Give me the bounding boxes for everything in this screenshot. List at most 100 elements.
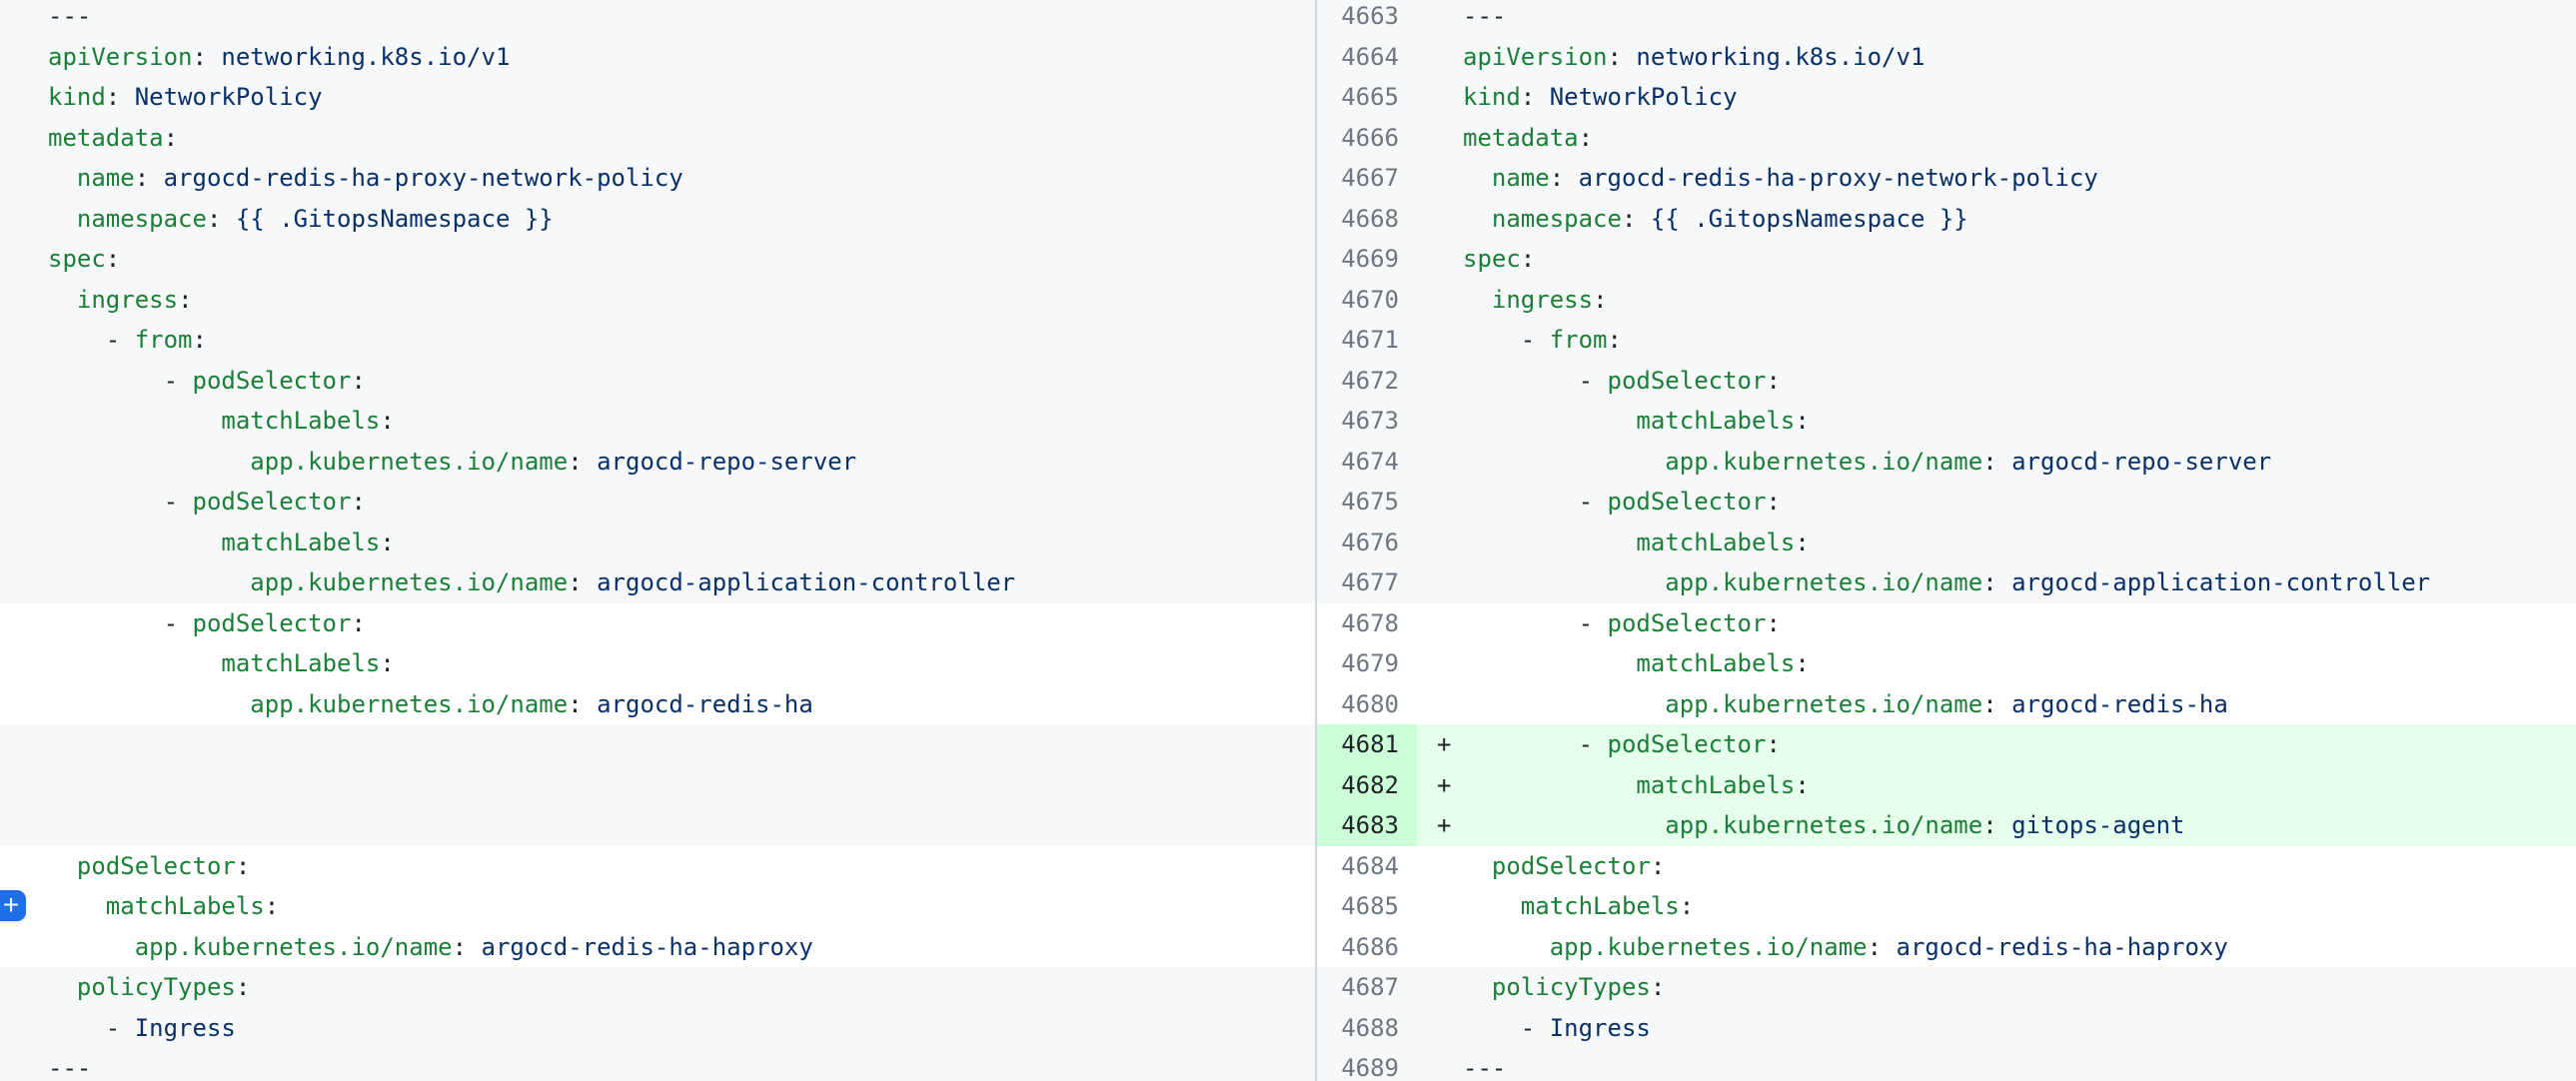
old-code-cell: --- <box>0 0 1317 37</box>
new-line-number[interactable]: 4688 <box>1317 1008 1417 1049</box>
new-line-number[interactable]: 4682 <box>1317 765 1417 806</box>
new-code-cell: kind: NetworkPolicy <box>1417 77 2576 118</box>
new-code-line: ingress: <box>1463 286 1608 314</box>
new-line-number[interactable]: 4667 <box>1317 158 1417 199</box>
diff-row: 4683+ app.kubernetes.io/name: gitops-age… <box>0 805 2576 846</box>
old-code-line: app.kubernetes.io/name: argocd-redis-ha-… <box>48 933 813 961</box>
old-code-cell: - from: <box>0 320 1317 361</box>
new-code-cell: podSelector: <box>1417 846 2576 887</box>
old-code-cell <box>0 724 1317 765</box>
new-line-number[interactable]: 4673 <box>1317 401 1417 442</box>
new-code-line: - podSelector: <box>1463 609 1781 637</box>
new-code-line: matchLabels: <box>1463 649 1810 677</box>
new-line-number[interactable]: 4664 <box>1317 37 1417 78</box>
diff-row: metadata:4666metadata: <box>0 118 2576 159</box>
add-comment-button[interactable]: + <box>0 890 26 921</box>
new-line-number[interactable]: 4668 <box>1317 199 1417 240</box>
new-line-number[interactable]: 4689 <box>1317 1048 1417 1081</box>
new-line-number[interactable]: 4684 <box>1317 846 1417 887</box>
diff-row: kind: NetworkPolicy4665kind: NetworkPoli… <box>0 77 2576 118</box>
new-code-cell: matchLabels: <box>1417 643 2576 684</box>
diff-row: name: argocd-redis-ha-proxy-network-poli… <box>0 158 2576 199</box>
new-code-line: namespace: {{ .GitopsNamespace }} <box>1463 205 1968 233</box>
new-code-cell: app.kubernetes.io/name: argocd-repo-serv… <box>1417 442 2576 483</box>
old-code-line: app.kubernetes.io/name: argocd-redis-ha <box>48 690 813 718</box>
new-code-cell: + - podSelector: <box>1417 724 2576 765</box>
new-line-number[interactable]: 4686 <box>1317 927 1417 968</box>
new-line-number[interactable]: 4672 <box>1317 361 1417 402</box>
new-code-line: - podSelector: <box>1463 730 1781 758</box>
old-code-cell: app.kubernetes.io/name: argocd-redis-ha-… <box>0 927 1317 968</box>
diff-row: ---4689--- <box>0 1048 2576 1081</box>
new-code-cell: apiVersion: networking.k8s.io/v1 <box>1417 37 2576 78</box>
new-line-number[interactable]: 4676 <box>1317 523 1417 563</box>
old-code-cell: podSelector: <box>0 846 1317 887</box>
old-code-line: metadata: <box>48 124 178 152</box>
old-code-cell: policyTypes: <box>0 967 1317 1008</box>
old-code-cell: metadata: <box>0 118 1317 159</box>
diff-row: 4681+ - podSelector: <box>0 724 2576 765</box>
old-code-line: --- <box>48 2 91 30</box>
old-code-cell: - podSelector: <box>0 482 1317 523</box>
old-code-line: - Ingress <box>48 1014 236 1042</box>
new-code-cell: app.kubernetes.io/name: argocd-redis-ha-… <box>1417 927 2576 968</box>
new-code-cell: - Ingress <box>1417 1008 2576 1049</box>
old-code-cell <box>0 765 1317 806</box>
new-code-line: app.kubernetes.io/name: argocd-redis-ha-… <box>1463 933 2228 961</box>
new-line-number[interactable]: 4687 <box>1317 967 1417 1008</box>
old-code-cell: spec: <box>0 239 1317 280</box>
old-code-line: spec: <box>48 245 120 273</box>
new-line-number[interactable]: 4677 <box>1317 562 1417 603</box>
new-code-cell: matchLabels: <box>1417 886 2576 927</box>
diff-row: policyTypes:4687 policyTypes: <box>0 967 2576 1008</box>
new-line-number[interactable]: 4670 <box>1317 280 1417 321</box>
diff-row: matchLabels:4676 matchLabels: <box>0 523 2576 563</box>
diff-row: matchLabels:4685 matchLabels: <box>0 886 2576 927</box>
old-code-cell: matchLabels: <box>0 886 1317 927</box>
diff-row: ---4663--- <box>0 0 2576 37</box>
new-code-cell: + app.kubernetes.io/name: gitops-agent <box>1417 805 2576 846</box>
new-code-line: app.kubernetes.io/name: argocd-applicati… <box>1463 568 2430 596</box>
new-code-line: - podSelector: <box>1463 488 1781 516</box>
new-code-cell: namespace: {{ .GitopsNamespace }} <box>1417 199 2576 240</box>
diff-row: matchLabels:4673 matchLabels: <box>0 401 2576 442</box>
new-line-number[interactable]: 4666 <box>1317 118 1417 159</box>
new-line-number[interactable]: 4685 <box>1317 886 1417 927</box>
old-code-line: ingress: <box>48 286 193 314</box>
added-line-marker: + <box>1437 724 1451 765</box>
new-code-cell: --- <box>1417 1048 2576 1081</box>
new-line-number[interactable]: 4683 <box>1317 805 1417 846</box>
diff-row: - podSelector:4672 - podSelector: <box>0 361 2576 402</box>
new-line-number[interactable]: 4679 <box>1317 643 1417 684</box>
old-code-cell: matchLabels: <box>0 643 1317 684</box>
new-code-cell: + matchLabels: <box>1417 765 2576 806</box>
new-line-number[interactable]: 4663 <box>1317 0 1417 37</box>
diff-row: podSelector:4684 podSelector: <box>0 846 2576 887</box>
new-line-number[interactable]: 4678 <box>1317 603 1417 644</box>
new-code-line: - podSelector: <box>1463 367 1781 395</box>
new-code-line: - Ingress <box>1463 1014 1651 1042</box>
diff-row: app.kubernetes.io/name: argocd-repo-serv… <box>0 442 2576 483</box>
old-code-cell: kind: NetworkPolicy <box>0 77 1317 118</box>
old-code-cell: app.kubernetes.io/name: argocd-applicati… <box>0 562 1317 603</box>
new-code-line: app.kubernetes.io/name: gitops-agent <box>1463 811 2184 839</box>
diff-row: spec: 4669 spec: <box>0 239 2576 280</box>
new-code-line: matchLabels: <box>1463 529 1810 556</box>
new-line-number[interactable]: 4665 <box>1317 77 1417 118</box>
new-line-number[interactable]: 4669 <box>1317 239 1417 280</box>
new-line-number[interactable]: 4674 <box>1317 442 1417 483</box>
new-line-number[interactable]: 4675 <box>1317 482 1417 523</box>
old-code-line: matchLabels: <box>48 407 395 435</box>
new-code-line: spec: <box>1463 245 1535 273</box>
new-line-number[interactable]: 4671 <box>1317 320 1417 361</box>
new-line-number[interactable]: 4681 <box>1317 724 1417 765</box>
new-code-cell: app.kubernetes.io/name: argocd-applicati… <box>1417 562 2576 603</box>
new-code-line: matchLabels: <box>1463 771 1810 799</box>
old-code-cell: - Ingress <box>0 1008 1317 1049</box>
diff-row: app.kubernetes.io/name: argocd-applicati… <box>0 562 2576 603</box>
new-line-number[interactable]: 4680 <box>1317 684 1417 725</box>
old-code-line: - podSelector: <box>48 609 366 637</box>
old-code-cell: ingress: <box>0 280 1317 321</box>
old-code-cell: - podSelector: <box>0 361 1317 402</box>
new-code-line: apiVersion: networking.k8s.io/v1 <box>1463 43 1925 71</box>
